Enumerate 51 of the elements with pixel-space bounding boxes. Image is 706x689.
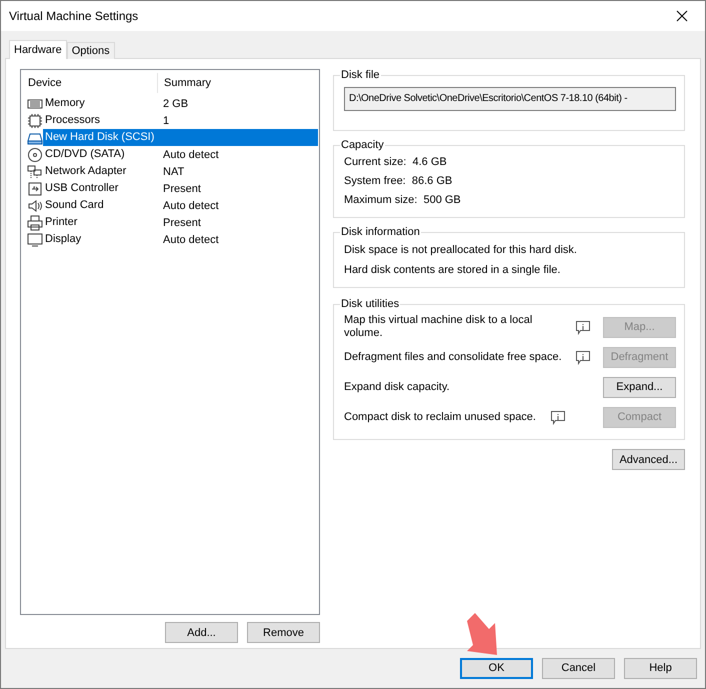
dialog-button[interactable]: Help	[624, 658, 697, 678]
info-text: Hard disk contents are stored in a single file.	[344, 263, 562, 278]
processor-chip-icon	[27, 112, 43, 128]
utility-text: Compact disk to reclaim unused space.	[344, 410, 537, 424]
tab[interactable]: Options	[66, 42, 115, 59]
add-button[interactable]: Add...	[165, 622, 238, 643]
device-name[interactable]: New Hard Disk (SCSI)	[43, 129, 318, 146]
device-summary: Auto detect	[162, 200, 220, 212]
close-icon	[676, 10, 688, 22]
device-name[interactable]: USB Controller	[43, 180, 158, 197]
group-title: Disk file	[340, 69, 381, 81]
device-name[interactable]: Printer	[43, 214, 158, 231]
device-summary: Auto detect	[162, 234, 220, 246]
column-header[interactable]: Summary	[158, 73, 318, 93]
utility-text: Map this virtual machine disk to a local volume.	[344, 314, 534, 340]
device-name[interactable]: Sound Card	[43, 197, 158, 214]
speaker-icon	[27, 198, 43, 214]
group-title: Capacity	[340, 139, 385, 151]
network-icon	[27, 164, 43, 180]
device-summary: Present	[162, 216, 202, 228]
window-title: Virtual Machine Settings	[9, 9, 138, 23]
device-name[interactable]: Memory	[43, 95, 158, 112]
info-text: Disk space is not preallocated for this hard disk.	[344, 243, 578, 258]
dialog-button[interactable]: Cancel	[542, 658, 615, 678]
tab[interactable]: Hardware	[9, 40, 67, 59]
device-summary: Auto detect	[162, 148, 220, 160]
device-summary: NAT	[162, 166, 186, 178]
device-summary: 2 GB	[162, 98, 190, 110]
capacity-text: Current size: 4.6 GB	[344, 155, 448, 170]
capacity-text: Maximum size: 500 GB	[344, 193, 462, 208]
device-name[interactable]: Display	[43, 231, 158, 248]
device-name[interactable]: CD/DVD (SATA)	[43, 146, 158, 163]
group-title: Disk information	[340, 226, 421, 238]
printer-icon	[27, 214, 43, 230]
utility-button[interactable]: Expand...	[603, 376, 676, 398]
usb-icon	[27, 180, 43, 196]
capacity-text: System free: 86.6 GB	[344, 174, 454, 189]
device-summary: 1	[162, 114, 170, 126]
advanced-button[interactable]: Advanced...	[612, 449, 685, 470]
column-header[interactable]: Device	[22, 73, 158, 93]
dialog-button[interactable]: OK	[460, 658, 533, 678]
disc-icon	[27, 146, 43, 162]
remove-button[interactable]: Remove	[247, 622, 320, 643]
disk-file-field[interactable]: D:\OneDrive Solvetic\OneDrive\Escritorio\CentOS 7-18.10 (64bit) -	[344, 87, 676, 111]
utility-text: Defragment files and consolidate free space.	[344, 350, 563, 364]
device-name[interactable]: Processors	[43, 112, 158, 129]
device-summary: Present	[162, 182, 202, 194]
device-name[interactable]: Network Adapter	[43, 163, 158, 180]
monitor-icon	[27, 232, 43, 248]
group-title: Disk utilities	[340, 298, 400, 310]
utility-text: Expand disk capacity.	[344, 380, 451, 394]
